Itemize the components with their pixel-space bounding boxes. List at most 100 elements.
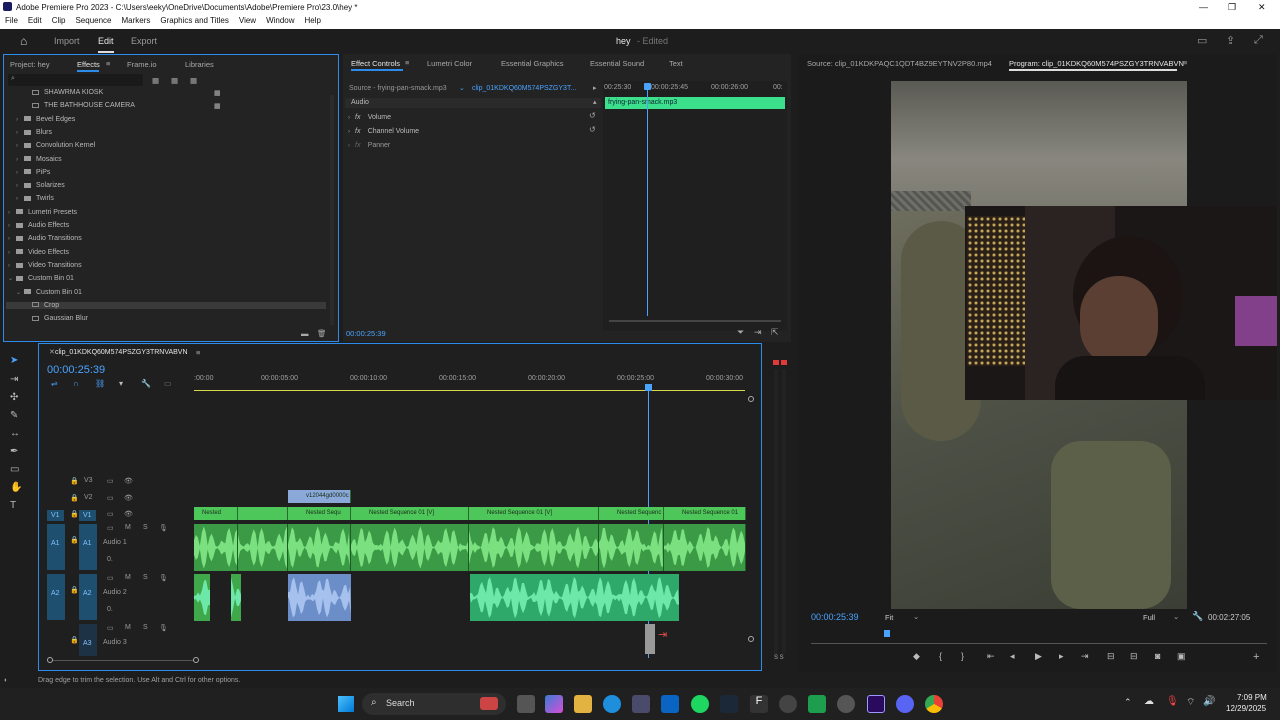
edge-icon[interactable]: [603, 695, 621, 713]
a2-clip[interactable]: [231, 574, 241, 621]
track-label-a2[interactable]: A2: [83, 590, 92, 597]
source-patch-a1[interactable]: [47, 524, 65, 570]
tab-effects[interactable]: Effects: [77, 60, 100, 69]
effects-tree-item[interactable]: ⌄ Custom Bin 01: [8, 275, 74, 282]
filter-icon[interactable]: ⏷: [737, 327, 744, 338]
maximize-icon[interactable]: ❐: [1228, 2, 1236, 13]
home-icon[interactable]: ⌂: [20, 34, 27, 48]
timeline-ruler[interactable]: :00:00 00:00:05:00 00:00:10:00 00:00:15:00 0…: [194, 372, 750, 388]
lock-track-icon[interactable]: 🔒: [70, 586, 79, 594]
sync-lock-icon[interactable]: ▭: [107, 574, 114, 582]
ec-mini-timeline[interactable]: 00:25:30 00:00:25:45 00:00:26:00 00: fry…: [603, 81, 787, 331]
toggle-output-icon[interactable]: 👁: [124, 494, 133, 502]
ec-playhead-handle[interactable]: [644, 83, 651, 90]
v1-clip[interactable]: Nested Sequence 01 [V]: [351, 507, 469, 520]
track-select-icon[interactable]: ⇥: [10, 374, 18, 385]
a2-clip[interactable]: [288, 574, 351, 621]
menu-graphics[interactable]: Graphics and Titles: [155, 14, 233, 27]
effects-tree-item[interactable]: › Solarizes: [16, 182, 65, 189]
track-label-v3[interactable]: V3: [84, 477, 93, 484]
go-to-out-icon[interactable]: ⇥: [1081, 651, 1089, 662]
file-explorer-icon[interactable]: [574, 695, 592, 713]
copilot-icon[interactable]: [545, 695, 563, 713]
quality-dropdown[interactable]: Full: [1143, 613, 1155, 622]
lock-track-icon[interactable]: 🔒: [70, 510, 79, 518]
menu-markers[interactable]: Markers: [117, 14, 156, 27]
mark-in-icon[interactable]: {: [939, 651, 942, 661]
menu-clip[interactable]: Clip: [47, 14, 71, 27]
a1-clip[interactable]: [469, 524, 599, 571]
wifi-icon[interactable]: ⌔: [1186, 696, 1195, 709]
effects-tree-item[interactable]: › Blurs: [16, 129, 52, 136]
sync-lock-icon[interactable]: ▭: [107, 477, 114, 485]
effect-row-volume[interactable]: › fx Volume: [348, 112, 391, 121]
reset-channel-icon[interactable]: ↺: [589, 125, 596, 134]
app-icon[interactable]: [779, 695, 797, 713]
comparison-icon[interactable]: ▣: [1177, 651, 1186, 662]
a1-clip[interactable]: [238, 524, 288, 571]
program-timecode[interactable]: 00:00:25:39: [811, 612, 859, 622]
timeline-vscroll[interactable]: [748, 396, 754, 646]
outlook-icon[interactable]: [661, 695, 679, 713]
effects-tree-item[interactable]: › Video Effects: [8, 249, 69, 256]
play-icon[interactable]: ▶: [1035, 651, 1042, 662]
v1-clip[interactable]: Nested Sequence 01 [V]: [469, 507, 599, 520]
export-frame-icon[interactable]: ◙: [1155, 651, 1160, 661]
discord-icon[interactable]: [896, 695, 914, 713]
a1-clip[interactable]: [351, 524, 469, 571]
voiceover-icon[interactable]: 🎙: [159, 574, 168, 582]
tab-libraries[interactable]: Libraries: [185, 60, 214, 69]
menu-window[interactable]: Window: [261, 14, 299, 27]
chevron-down-icon[interactable]: ⌄: [913, 612, 919, 621]
effects-tree-item[interactable]: › Mosaics: [16, 156, 62, 163]
lock-track-icon[interactable]: 🔒: [70, 477, 79, 485]
a1-clip[interactable]: [664, 524, 746, 571]
add-button-icon[interactable]: +: [1253, 651, 1259, 663]
menu-edit[interactable]: Edit: [23, 14, 47, 27]
solo-button[interactable]: S: [143, 624, 148, 631]
tab-export[interactable]: Export: [131, 36, 157, 46]
track-label-v2[interactable]: V2: [84, 494, 93, 501]
fx-icon[interactable]: fx: [355, 114, 360, 121]
a1-clip[interactable]: [194, 524, 238, 571]
taskbar-search[interactable]: ⌕ Search: [362, 693, 506, 715]
tab-effect-controls[interactable]: Effect Controls: [351, 59, 400, 68]
volume-icon[interactable]: 🔊: [1203, 696, 1215, 707]
linked-selection-icon[interactable]: ⛓: [95, 379, 105, 388]
reset-volume-icon[interactable]: ↺: [589, 111, 596, 120]
program-menu-icon[interactable]: ≡: [1183, 58, 1187, 67]
v1-clip[interactable]: Nested: [194, 507, 238, 520]
effect-row-channel-volume[interactable]: › fx Channel Volume: [348, 126, 419, 135]
selection-tool-icon[interactable]: ➤: [10, 355, 18, 366]
tab-frameio[interactable]: Frame.io: [127, 60, 157, 69]
expand-arrow-icon[interactable]: ›: [16, 183, 24, 189]
menu-file[interactable]: File: [0, 14, 23, 27]
play-audio-icon[interactable]: ⇥: [754, 327, 762, 338]
expand-arrow-icon[interactable]: ⌄: [16, 289, 24, 296]
fx-icon[interactable]: fx: [355, 128, 360, 135]
a1-clip[interactable]: [599, 524, 664, 571]
solo-button[interactable]: S: [143, 574, 148, 581]
accelerated-effects-icon[interactable]: ▦: [152, 76, 159, 85]
tab-edit[interactable]: Edit: [98, 36, 114, 46]
expand-arrow-icon[interactable]: ⌄: [8, 275, 16, 282]
solo-button[interactable]: S: [143, 524, 148, 531]
share-icon[interactable]: ⇪: [1226, 34, 1235, 47]
v1-clip[interactable]: Nested Sequ: [288, 507, 351, 520]
pen-tool-icon[interactable]: ✒: [10, 446, 18, 457]
ec-clip-bar[interactable]: frying-pan-smack.mp3: [605, 97, 785, 109]
program-playhead[interactable]: [884, 630, 890, 637]
toggle-output-icon[interactable]: 👁: [124, 477, 133, 485]
effects-tree-item[interactable]: › Bevel Edges: [16, 116, 75, 123]
rectangle-tool-icon[interactable]: ▭: [10, 464, 19, 475]
effects-tree-item[interactable]: › Convolution Kernel: [16, 142, 95, 149]
sync-lock-icon[interactable]: ▭: [107, 524, 114, 532]
expand-arrow-icon[interactable]: ›: [8, 236, 16, 242]
lift-icon[interactable]: ⊟: [1107, 651, 1115, 662]
expand-arrow-icon[interactable]: ›: [16, 130, 24, 136]
lock-track-icon[interactable]: 🔒: [70, 636, 79, 644]
tab-program[interactable]: Program: clip_01KDKQ60M574PSZGY3TRNVABVN: [1009, 59, 1184, 68]
fullscreen-icon[interactable]: ⤢: [1254, 34, 1263, 47]
close-icon[interactable]: ✕: [1258, 2, 1266, 13]
effects-tree-item[interactable]: › Twirls: [16, 195, 54, 202]
